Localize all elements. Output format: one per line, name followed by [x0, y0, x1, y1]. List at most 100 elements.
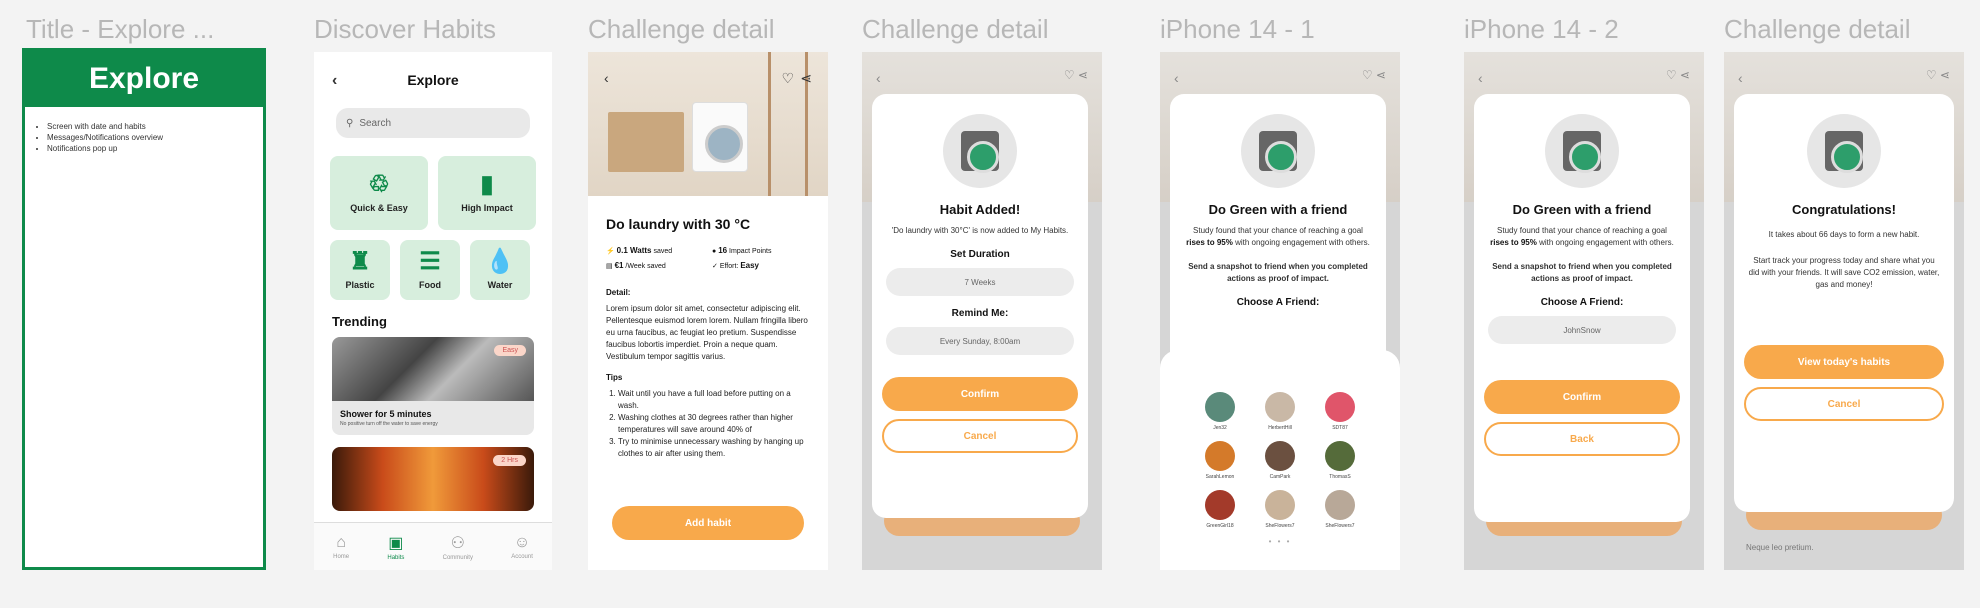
stat-points: ● 16 Impact Points — [712, 246, 772, 255]
frame-discover-habits[interactable]: ‹ Explore ⚲ Search ♲ Quick & Easy ▮ High I… — [314, 52, 552, 570]
category-label: Plastic — [345, 280, 375, 290]
category-label: Water — [487, 280, 513, 290]
tip-item: Wait until you have a full load before p… — [618, 388, 810, 412]
stat-watts: ⚡ 0.1 Watts saved — [606, 246, 673, 255]
modal-text-bold: Send a snapshot to friend when you compl… — [1188, 262, 1368, 283]
frame-friend-picker[interactable]: ‹ ♡ ⋖ Do Green with a friend Study found… — [1160, 52, 1400, 570]
friend-item[interactable]: Jen32 — [1190, 392, 1250, 431]
tips-label: Tips — [606, 373, 623, 382]
habit-card[interactable]: Easy Shower for 5 minutes No positive tu… — [332, 337, 534, 435]
frame-congratulations[interactable]: ‹ ♡ ⋖ Neque leo pretium. Congratulations… — [1724, 52, 1964, 570]
washer-shape — [1259, 131, 1297, 173]
category-plastic[interactable]: ♜ Plastic — [330, 240, 390, 300]
friend-name: ThomasS — [1329, 474, 1351, 480]
bottom-tab-bar: ⌂ Home ▣ Habits ⚇ Community ☺ Account — [314, 522, 552, 570]
difficulty-badge: Easy — [494, 345, 526, 356]
friend-sheet: Jen32 HerbertHill SDT87 SarahLemon CamPa… — [1160, 350, 1400, 570]
text-part: with ongoing engagement with others. — [1235, 238, 1370, 247]
modal-title: Congratulations! — [1792, 202, 1896, 217]
category-label: Quick & Easy — [350, 203, 408, 213]
modal-title: Habit Added! — [939, 202, 1021, 217]
avatar — [1265, 490, 1295, 520]
friend-name: SheFlowers7 — [1325, 523, 1355, 529]
habit-hero-image: ‹ ♡ ⋖ — [588, 52, 828, 196]
friend-item[interactable]: SheFlowers7 — [1250, 490, 1310, 529]
tip-item: Washing clothes at 30 degrees rather tha… — [618, 412, 810, 436]
community-icon: ⚇ — [450, 534, 465, 552]
frame-habit-added[interactable]: ‹ ♡ ⋖ Habit Added! 'Do laundry with 30°C… — [862, 52, 1102, 570]
section-title: Trending — [332, 314, 387, 329]
friend-item[interactable]: SDT87 — [1310, 392, 1370, 431]
tab-account[interactable]: ☺ Account — [511, 534, 533, 560]
category-food[interactable]: ☰ Food — [400, 240, 460, 300]
category-row-big: ♲ Quick & Easy ▮ High Impact — [330, 156, 536, 230]
tab-home[interactable]: ⌂ Home — [333, 534, 349, 560]
stat-value: 16 — [718, 246, 728, 255]
cancel-button[interactable]: Cancel — [882, 419, 1078, 453]
heart-icon[interactable]: ♡ — [781, 70, 794, 87]
view-habits-button[interactable]: View today's habits — [1744, 345, 1944, 379]
back-icon[interactable]: ‹ — [604, 70, 609, 86]
habit-added-modal: Habit Added! 'Do laundry with 30°C' is n… — [872, 94, 1088, 518]
friend-item[interactable]: GreenGirl18 — [1190, 490, 1250, 529]
stat-effort: ✓ Effort: Easy — [712, 261, 759, 270]
frame-friend-confirm[interactable]: ‹ ♡ ⋖ Do Green with a friend Study found… — [1464, 52, 1704, 570]
washing-machine-icon — [1545, 114, 1619, 188]
remind-select[interactable]: Every Sunday, 8:00am — [886, 327, 1074, 355]
search-input[interactable]: ⚲ Search — [336, 108, 530, 138]
friend-name: Jen32 — [1213, 425, 1227, 431]
friend-item[interactable]: SarahLemon — [1190, 441, 1250, 480]
stat-value: €1 — [614, 261, 624, 270]
frame-challenge-detail[interactable]: ‹ ♡ ⋖ Do laundry with 30 °C ⚡ 0.1 Watts … — [588, 52, 828, 570]
back-icon: ‹ — [1174, 70, 1179, 86]
tab-community[interactable]: ⚇ Community — [443, 533, 473, 561]
add-habit-button[interactable]: Add habit — [612, 506, 804, 540]
note-item: Notifications pop up — [47, 143, 263, 154]
notes-list: Screen with date and habits Messages/Not… — [47, 121, 263, 154]
friend-item[interactable]: CamPark — [1250, 441, 1310, 480]
stat-unit: /Week saved — [625, 263, 666, 270]
choose-friend-label: Choose A Friend: — [1540, 297, 1624, 308]
category-high-impact[interactable]: ▮ High Impact — [438, 156, 536, 230]
category-row-small: ♜ Plastic ☰ Food 💧 Water — [330, 240, 536, 300]
share-icon[interactable]: ⋖ — [800, 70, 812, 87]
avatar — [1325, 441, 1355, 471]
category-water[interactable]: 💧 Water — [470, 240, 530, 300]
modal-title: Do Green with a friend — [1512, 202, 1652, 217]
frame-title-challenge-1: Challenge detail — [588, 14, 775, 44]
confirm-button[interactable]: Confirm — [1484, 380, 1680, 414]
avatar — [1205, 490, 1235, 520]
washing-machine-icon — [1807, 114, 1881, 188]
friend-item[interactable]: ThomasS — [1310, 441, 1370, 480]
tab-label: Community — [442, 554, 473, 561]
friend-item[interactable]: SheFlowers7 — [1310, 490, 1370, 529]
confirm-button[interactable]: Confirm — [882, 377, 1078, 411]
back-button[interactable]: Back — [1484, 422, 1680, 456]
share-icon: ♡ ⋖ — [1665, 68, 1690, 82]
tab-label: Home — [333, 553, 350, 560]
duration-select[interactable]: 7 Weeks — [886, 268, 1074, 296]
back-icon[interactable]: ‹ — [332, 72, 337, 90]
frame-explore-title[interactable]: Explore Screen with date and habits Mess… — [22, 48, 266, 570]
explore-banner: Explore — [25, 51, 263, 107]
modal-title: Do Green with a friend — [1208, 202, 1348, 217]
friend-item[interactable]: HerbertHill — [1250, 392, 1310, 431]
user-icon: ☺ — [513, 533, 531, 551]
avatar — [1265, 392, 1295, 422]
friend-name: SheFlowers7 — [1265, 523, 1295, 529]
card-title: Shower for 5 minutes — [340, 409, 432, 419]
stat-unit: Impact Points — [729, 248, 772, 255]
share-icon: ♡ ⋖ — [1063, 68, 1088, 82]
washer-shape — [961, 131, 999, 173]
share-icon: ♡ ⋖ — [1925, 68, 1950, 82]
washer-shape — [1825, 131, 1863, 173]
cancel-button[interactable]: Cancel — [1744, 387, 1944, 421]
stat-money: ▤ €1 /Week saved — [606, 261, 666, 270]
tab-habits[interactable]: ▣ Habits — [387, 533, 404, 561]
habit-card[interactable]: 2 Hrs — [332, 447, 534, 511]
friend-name: HerbertHill — [1268, 425, 1292, 431]
friend-select[interactable]: JohnSnow — [1488, 316, 1676, 344]
category-quick-easy[interactable]: ♲ Quick & Easy — [330, 156, 428, 230]
bottle-icon: ♲ — [368, 171, 390, 198]
frame-title-challenge-2: Challenge detail — [862, 14, 1049, 44]
